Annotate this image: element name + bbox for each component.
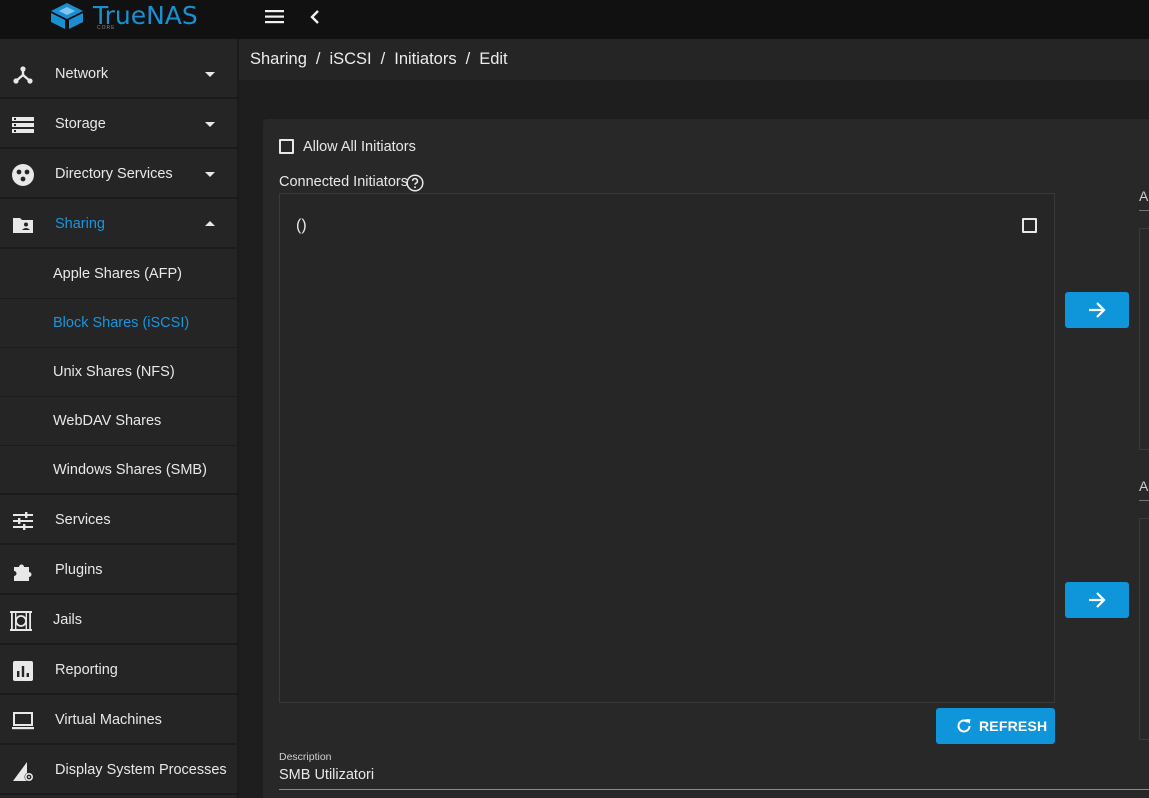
description-label: Description [279,751,332,763]
sidebar-item-virtual-machines[interactable]: Virtual Machines [0,696,238,745]
description-underline [279,789,1149,790]
allowed-initiators-underline [1139,210,1149,211]
breadcrumb-initiators[interactable]: Initiators [394,50,456,68]
connected-initiators-label: Connected Initiators [279,174,408,190]
allow-all-initiators-label: Allow All Initiators [303,139,416,155]
list-item: () [296,217,307,234]
sidebar-subitem-iscsi[interactable]: Block Shares (iSCSI) [0,299,238,348]
arrow-right-icon [1089,302,1106,318]
breadcrumb-bar: Sharing / iSCSI / Initiators / Edit [239,39,1149,80]
sidebar-item-display-system-processes[interactable]: Display System Processes [0,746,238,795]
allowed-initiators-list[interactable] [1139,228,1149,450]
sidebar-item-label: Reporting [55,661,118,678]
breadcrumb-separator: / [380,50,386,68]
sidebar-item-label: Storage [55,115,106,132]
sidebar-subitem-nfs[interactable]: Unix Shares (NFS) [0,348,238,397]
tune-icon [13,512,33,530]
caret-down-icon [205,121,215,127]
sidebar-item-label: Virtual Machines [55,711,162,728]
sidebar-item-services[interactable]: Services [0,496,238,545]
logo-subtext: CORE [97,25,116,31]
sidebar-subitem-label: Block Shares (iSCSI) [53,315,190,331]
truenas-logo-icon [51,3,83,29]
sidebar-item-label: Jails [53,611,83,628]
chevron-left-icon [310,10,319,24]
sidebar-subitem-smb[interactable]: Windows Shares (SMB) [0,446,238,495]
allowed-initiators-label: A [1139,188,1149,204]
authorized-networks-underline [1139,500,1149,501]
add-to-allowed-initiators-button[interactable] [1065,292,1129,328]
sidebar-item-label: Display System Processes [55,761,227,778]
breadcrumb-iscsi[interactable]: iSCSI [329,50,371,68]
sidebar-item-label: Services [55,511,111,528]
refresh-icon [957,719,971,733]
breadcrumb-sharing[interactable]: Sharing [250,50,307,68]
sidebar: Network Storage Directory Services Shari… [0,39,238,798]
hamburger-menu-icon [265,10,284,24]
sidebar-item-jails[interactable]: Jails [0,596,238,645]
caret-down-icon [205,171,215,177]
jail-icon [10,611,32,631]
authorized-networks-list[interactable] [1139,518,1149,740]
sidebar-item-directory-services[interactable]: Directory Services [0,150,238,199]
description-input[interactable]: SMB Utilizatori [279,767,374,783]
caret-up-icon [205,220,215,226]
refresh-button-label: REFRESH [979,718,1048,734]
sidebar-item-reporting[interactable]: Reporting [0,646,238,695]
directory-services-icon [12,164,34,186]
sidebar-subitem-label: WebDAV Shares [53,413,162,429]
collapse-sidebar-button[interactable] [305,6,325,28]
top-bar: TrueNAS CORE [0,0,1149,39]
help-icon[interactable] [406,174,424,192]
initiator-entry-checkbox[interactable] [1022,218,1037,233]
breadcrumb: Sharing / iSCSI / Initiators / Edit [250,50,508,69]
sharing-folder-icon [13,218,33,233]
sidebar-subitem-label: Windows Shares (SMB) [53,461,207,478]
sidebar-item-label: Directory Services [55,165,173,182]
sidebar-subitem-label: Apple Shares (AFP) [53,266,182,282]
system-processes-icon [13,762,34,782]
puzzle-icon [14,564,32,581]
sidebar-item-network[interactable]: Network [0,50,238,99]
sidebar-divider [237,39,239,798]
network-icon [13,66,33,84]
bar-chart-icon [13,661,33,681]
breadcrumb-edit: Edit [479,50,508,68]
sidebar-item-label: Network [55,65,109,82]
breadcrumb-separator: / [465,50,471,68]
storage-icon [12,117,34,133]
laptop-icon [12,712,34,730]
sidebar-subitem-afp[interactable]: Apple Shares (AFP) [0,250,238,299]
sidebar-item-label: Plugins [55,561,103,578]
sidebar-subitem-label: Unix Shares (NFS) [53,364,175,380]
sidebar-item-plugins[interactable]: Plugins [0,546,238,595]
arrow-right-icon [1089,592,1106,608]
add-to-authorized-networks-button[interactable] [1065,582,1129,618]
sidebar-item-storage[interactable]: Storage [0,100,238,149]
refresh-button[interactable]: REFRESH [936,708,1055,744]
hamburger-menu-button[interactable] [264,6,286,28]
sidebar-item-label: Sharing [55,215,105,232]
breadcrumb-separator: / [315,50,321,68]
authorized-networks-label: A [1139,478,1149,494]
truenas-logo[interactable]: TrueNAS CORE [47,0,198,34]
sidebar-item-sharing[interactable]: Sharing [0,200,238,249]
caret-down-icon [205,71,215,77]
connected-initiators-list[interactable] [279,193,1055,703]
allow-all-initiators-checkbox[interactable] [279,139,294,154]
sidebar-subitem-webdav[interactable]: WebDAV Shares [0,397,238,446]
